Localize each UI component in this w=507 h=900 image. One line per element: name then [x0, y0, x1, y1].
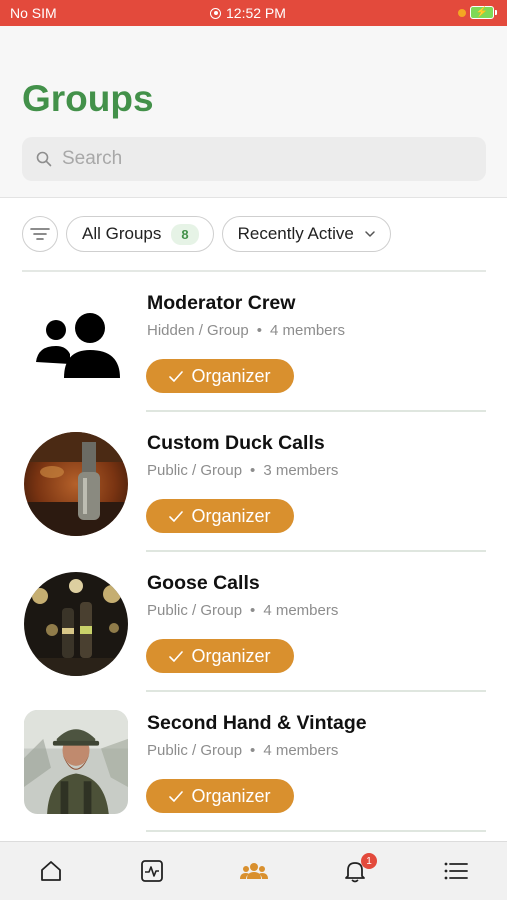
group-members: 4 members [270, 322, 346, 339]
sort-dropdown[interactable]: Recently Active [221, 216, 391, 252]
goose-calls-photo [24, 572, 128, 676]
status-bar: No SIM 12:52 PM ⚡ [0, 0, 507, 26]
group-meta: Public / Group • 3 members [147, 462, 339, 479]
organizer-badge[interactable]: Organizer [146, 499, 294, 533]
group-meta: Public / Group • 4 members [147, 602, 339, 619]
role-label: Organizer [191, 505, 271, 526]
group-row[interactable]: Second Hand & Vintage Public / Group • 4 m… [0, 692, 507, 832]
privacy-dot-icon [458, 9, 466, 17]
role-label: Organizer [191, 645, 271, 666]
role-label: Organizer [191, 785, 271, 806]
filter-bar: All Groups 8 Recently Active [22, 216, 391, 254]
group-row[interactable]: Moderator Crew Hidden / Group • 4 members … [0, 272, 507, 412]
duck-call-photo [24, 432, 128, 536]
checkmark-icon [169, 790, 184, 802]
group-members: 4 members [263, 742, 339, 759]
notification-badge: 1 [361, 853, 377, 869]
groups-icon [240, 863, 268, 879]
group-list: Moderator Crew Hidden / Group • 4 members … [0, 272, 507, 832]
groups-count-badge: 8 [171, 223, 199, 245]
group-row[interactable]: Custom Duck Calls Public / Group • 3 membe… [0, 412, 507, 552]
tab-home[interactable] [36, 856, 66, 886]
group-privacy: Public / Group [147, 742, 243, 759]
time-label: 12:52 PM [226, 5, 286, 21]
group-row[interactable]: Goose Calls Public / Group • 4 members Org… [0, 552, 507, 692]
group-members: 3 members [263, 462, 339, 479]
hunter-photo [24, 710, 128, 814]
battery-icon: ⚡ [470, 6, 497, 19]
tab-groups[interactable] [239, 856, 269, 886]
search-bar[interactable] [22, 137, 486, 181]
row-divider [146, 830, 486, 832]
organizer-badge[interactable]: Organizer [146, 359, 294, 393]
filter-icon [30, 228, 50, 240]
group-meta: Hidden / Group • 4 members [147, 322, 346, 339]
group-name: Goose Calls [147, 572, 260, 594]
sort-label: Recently Active [237, 224, 354, 243]
search-icon [36, 151, 52, 167]
chevron-down-icon [365, 231, 375, 237]
group-privacy: Hidden / Group [147, 322, 249, 339]
tab-menu[interactable] [441, 856, 471, 886]
all-groups-label: All Groups [82, 224, 162, 243]
checkmark-icon [169, 510, 184, 522]
checkmark-icon [169, 650, 184, 662]
checkmark-icon [169, 370, 184, 382]
clock: 12:52 PM [210, 5, 286, 21]
organizer-badge[interactable]: Organizer [146, 639, 294, 673]
group-name: Custom Duck Calls [147, 432, 325, 454]
home-icon [41, 861, 61, 881]
role-label: Organizer [191, 365, 271, 386]
group-members: 4 members [263, 602, 339, 619]
page-title: Groups [22, 78, 154, 119]
carrier-label: No SIM [10, 5, 57, 21]
group-privacy: Public / Group [147, 602, 243, 619]
header: Groups [0, 26, 507, 198]
group-name: Second Hand & Vintage [147, 712, 367, 734]
all-groups-filter[interactable]: All Groups 8 [66, 216, 214, 252]
group-privacy: Public / Group [147, 462, 243, 479]
tab-activity[interactable] [137, 856, 167, 886]
people-icon [36, 313, 120, 378]
group-name: Moderator Crew [147, 292, 296, 314]
organizer-badge[interactable]: Organizer [146, 779, 294, 813]
group-meta: Public / Group • 4 members [147, 742, 339, 759]
tab-bar: 1 [0, 841, 507, 900]
filter-button[interactable] [22, 216, 58, 252]
menu-icon [444, 862, 468, 880]
recording-icon [210, 7, 221, 19]
search-input[interactable] [62, 148, 462, 170]
activity-icon [141, 860, 163, 882]
